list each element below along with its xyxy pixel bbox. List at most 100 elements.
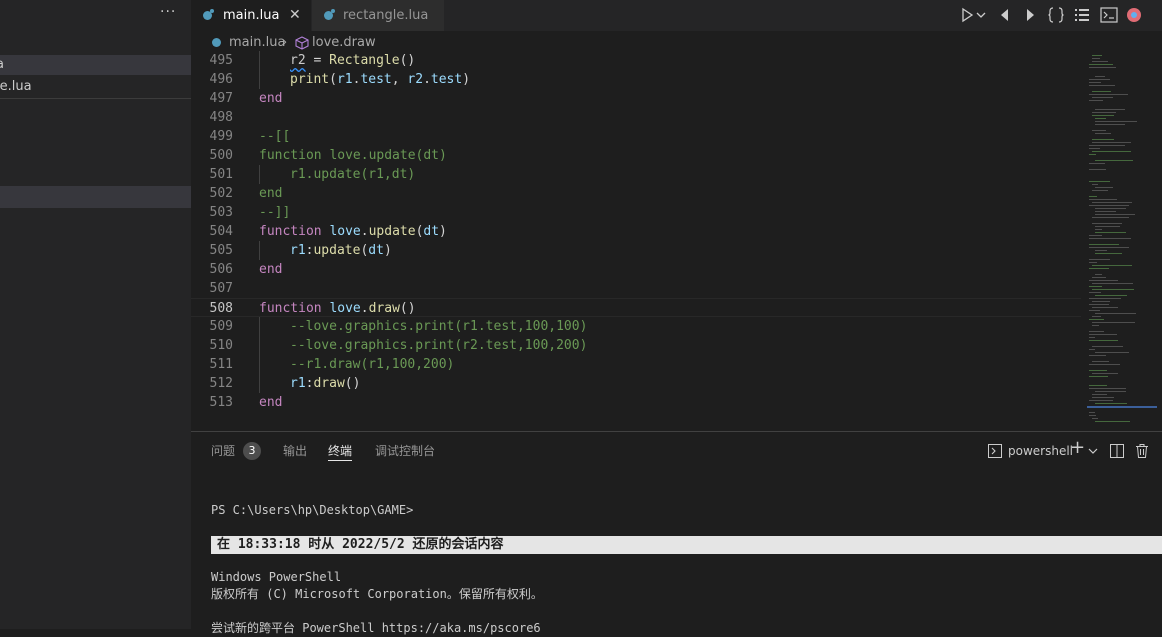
code-editor[interactable]: 495 r2 = Rectangle() 496 print(r1.test, r2.…: [191, 51, 1162, 431]
code-text: end: [259, 393, 282, 412]
code-line[interactable]: 506 end: [191, 260, 1081, 279]
code-token: ): [383, 243, 392, 258]
chevron-down-icon[interactable]: [1088, 444, 1098, 458]
code-text: --love.graphics.print(r1.test,100,100): [290, 317, 587, 336]
tab-output[interactable]: 输出: [283, 442, 307, 460]
code-line[interactable]: 503 --]]: [191, 203, 1081, 222]
tab-debug-console[interactable]: 调试控制台: [375, 442, 435, 460]
lua-file-icon: [324, 9, 335, 20]
tab-main-lua[interactable]: main.lua ✕: [191, 0, 311, 31]
code-line[interactable]: 509 --love.graphics.print(r1.test,100,100…: [191, 317, 1081, 336]
terminal-icon[interactable]: [1100, 6, 1118, 24]
tab-rectangle-lua[interactable]: rectangle.lua: [312, 0, 444, 31]
list-icon[interactable]: [1074, 6, 1090, 24]
minimap-line: [1095, 232, 1126, 233]
add-terminal-icon[interactable]: +: [1070, 439, 1085, 457]
line-number: 501: [209, 167, 233, 182]
indent-guide: [259, 374, 260, 393]
minimap-line: [1089, 364, 1120, 365]
code-token: r2: [407, 72, 424, 87]
line-number: 505: [209, 243, 233, 258]
code-token: love: [329, 224, 361, 239]
code-line[interactable]: 498: [191, 108, 1081, 127]
minimap[interactable]: [1087, 53, 1157, 431]
code-text: function love.draw(): [259, 299, 416, 318]
minimap-line: [1089, 169, 1106, 170]
color-icon[interactable]: [1126, 6, 1142, 24]
minimap-line: [1089, 292, 1101, 293]
terminal-name[interactable]: powershell: [1008, 442, 1073, 460]
minimap-line: [1095, 250, 1107, 251]
line-number: 507: [209, 281, 233, 296]
code-line[interactable]: 499 --[[: [191, 127, 1081, 146]
code-token: .: [360, 224, 369, 239]
file-item-rectangle-lua[interactable]: le.lua: [0, 77, 191, 97]
code-token: .: [360, 301, 369, 316]
code-line[interactable]: 508 function love.draw(): [191, 298, 1081, 317]
minimap-line: [1089, 412, 1095, 413]
minimap-line: [1095, 211, 1116, 212]
minimap-line: [1095, 313, 1136, 314]
lua-file-icon: [212, 38, 221, 47]
minimap-line: [1092, 142, 1131, 143]
code-token: .: [423, 72, 431, 87]
code-line[interactable]: 513 end: [191, 393, 1081, 412]
code-line[interactable]: 497 end: [191, 89, 1081, 108]
explorer-sidebar: ··· a le.lua: [0, 0, 191, 629]
minimap-line: [1089, 286, 1102, 287]
minimap-line: [1092, 346, 1123, 347]
indent-guide: [259, 241, 260, 260]
code-token: --love.graphics.print(r2.test,100,200): [290, 338, 588, 353]
code-line[interactable]: 501 r1.update(r1,dt): [191, 165, 1081, 184]
minimap-line: [1095, 118, 1106, 119]
code-token: love: [329, 301, 361, 316]
line-number: 511: [209, 357, 233, 372]
more-actions-icon[interactable]: ···: [160, 4, 176, 20]
minimap-line: [1089, 415, 1096, 416]
terminal-line: 版权所有 (C) Microsoft Corporation。保留所有权利。: [211, 587, 543, 601]
line-number: 495: [209, 53, 233, 68]
run-icon[interactable]: [960, 6, 974, 24]
minimap-line: [1089, 238, 1131, 239]
trash-icon[interactable]: [1135, 443, 1149, 459]
code-line[interactable]: 495 r2 = Rectangle(): [191, 51, 1081, 70]
minimap-line: [1089, 100, 1103, 101]
code-line[interactable]: 502 end: [191, 184, 1081, 203]
minimap-line: [1089, 154, 1096, 155]
file-item-label: le.lua: [0, 79, 32, 94]
code-text: end: [259, 89, 282, 108]
code-line[interactable]: 507: [191, 279, 1081, 298]
file-item-main-lua[interactable]: a: [0, 55, 191, 75]
code-line[interactable]: 512 r1:draw(): [191, 374, 1081, 393]
minimap-line: [1095, 352, 1129, 353]
minimap-line: [1095, 121, 1137, 122]
go-forward-icon[interactable]: [1025, 6, 1037, 24]
minimap-line: [1089, 163, 1105, 164]
code-line[interactable]: 505 r1:update(dt): [191, 241, 1081, 260]
code-line[interactable]: 511 --r1.draw(r1,100,200): [191, 355, 1081, 374]
code-line[interactable]: 510 --love.graphics.print(r2.test,100,200…: [191, 336, 1081, 355]
split-terminal-icon[interactable]: [1110, 443, 1124, 459]
minimap-line: [1095, 76, 1105, 77]
code-text: function love.update(dt): [259, 146, 447, 165]
minimap-line: [1089, 370, 1107, 371]
selected-row[interactable]: [0, 186, 191, 208]
go-back-icon[interactable]: [998, 6, 1010, 24]
minimap-line: [1092, 397, 1114, 398]
tab-terminal[interactable]: 终端: [328, 442, 352, 460]
code-line[interactable]: 496 print(r1.test, r2.test): [191, 70, 1081, 89]
tab-problems[interactable]: 问题: [211, 442, 235, 460]
code-line[interactable]: 500 function love.update(dt): [191, 146, 1081, 165]
minimap-line: [1092, 130, 1106, 131]
minimap-line: [1089, 334, 1117, 335]
close-icon[interactable]: ✕: [289, 0, 301, 31]
minimap-line: [1089, 268, 1109, 269]
chevron-down-icon[interactable]: [976, 6, 986, 24]
tab-label: main.lua: [223, 8, 280, 23]
code-token: dt: [368, 243, 384, 258]
minimap-current-line: [1087, 406, 1157, 408]
code-line[interactable]: 504 function love.update(dt): [191, 222, 1081, 241]
code-token: (): [344, 376, 361, 391]
braces-icon[interactable]: [1048, 6, 1064, 24]
problems-count-badge: 3: [243, 442, 261, 460]
